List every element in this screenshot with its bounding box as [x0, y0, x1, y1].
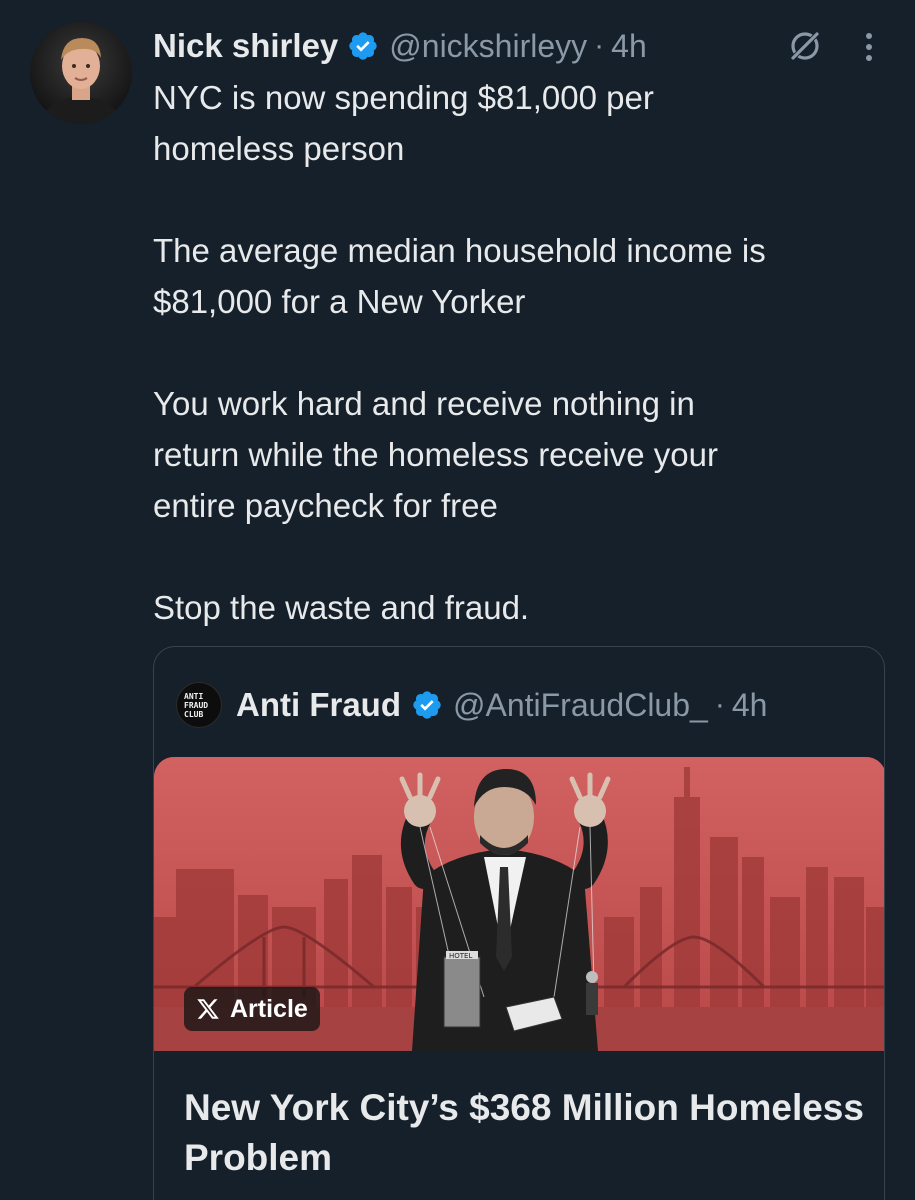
post-time[interactable]: 4h [611, 28, 647, 65]
verified-badge-icon [349, 32, 377, 60]
quoted-tweet-card[interactable]: ANTI FRAUD CLUB Anti Fraud @AntiFraudClu… [153, 646, 885, 1200]
tweet-paragraph: You work hard and receive nothing in ret… [153, 385, 718, 524]
tweet-paragraph: The average median household income is $… [153, 232, 766, 320]
verified-badge-icon [413, 691, 441, 719]
tweet-text: NYC is now spending $81,000 per homeless… [153, 72, 893, 684]
article-badge-label: Article [230, 994, 308, 1023]
tweet: Nick shirley @nickshirleyy · 4h NYC is n… [0, 0, 915, 1200]
avatar-logo-text: CLUB [184, 709, 204, 719]
author-name[interactable]: Nick shirley [153, 27, 338, 65]
grok-icon[interactable] [787, 28, 823, 64]
more-options-icon[interactable] [863, 30, 875, 64]
author-handle[interactable]: @nickshirleyy [389, 28, 587, 65]
separator-dot: · [714, 688, 725, 721]
avatar-logo-text: FRAUD [184, 700, 209, 710]
article-cover-image[interactable]: HOTEL Article [154, 757, 884, 1051]
quoted-post-time[interactable]: 4h [732, 687, 768, 724]
quoted-author-handle[interactable]: @AntiFraudClub_ [453, 687, 708, 724]
tweet-header: Nick shirley @nickshirleyy · 4h [153, 22, 875, 70]
hotel-sign: HOTEL [449, 952, 472, 960]
article-title[interactable]: New York City’s $368 Million Homeless Pr… [184, 1083, 864, 1183]
tweet-paragraph: NYC is now spending $81,000 per homeless… [153, 79, 654, 167]
separator-dot: · [594, 29, 605, 62]
quoted-author-avatar[interactable]: ANTI FRAUD CLUB [176, 682, 222, 728]
quoted-author-name[interactable]: Anti Fraud [236, 686, 401, 724]
tweet-paragraph: Stop the waste and fraud. [153, 589, 530, 626]
x-logo-icon [197, 999, 219, 1019]
author-avatar[interactable] [30, 22, 132, 124]
quoted-tweet-header: ANTI FRAUD CLUB Anti Fraud @AntiFraudClu… [176, 677, 864, 733]
article-badge: Article [184, 987, 320, 1031]
avatar-logo-text: ANTI [184, 691, 204, 701]
